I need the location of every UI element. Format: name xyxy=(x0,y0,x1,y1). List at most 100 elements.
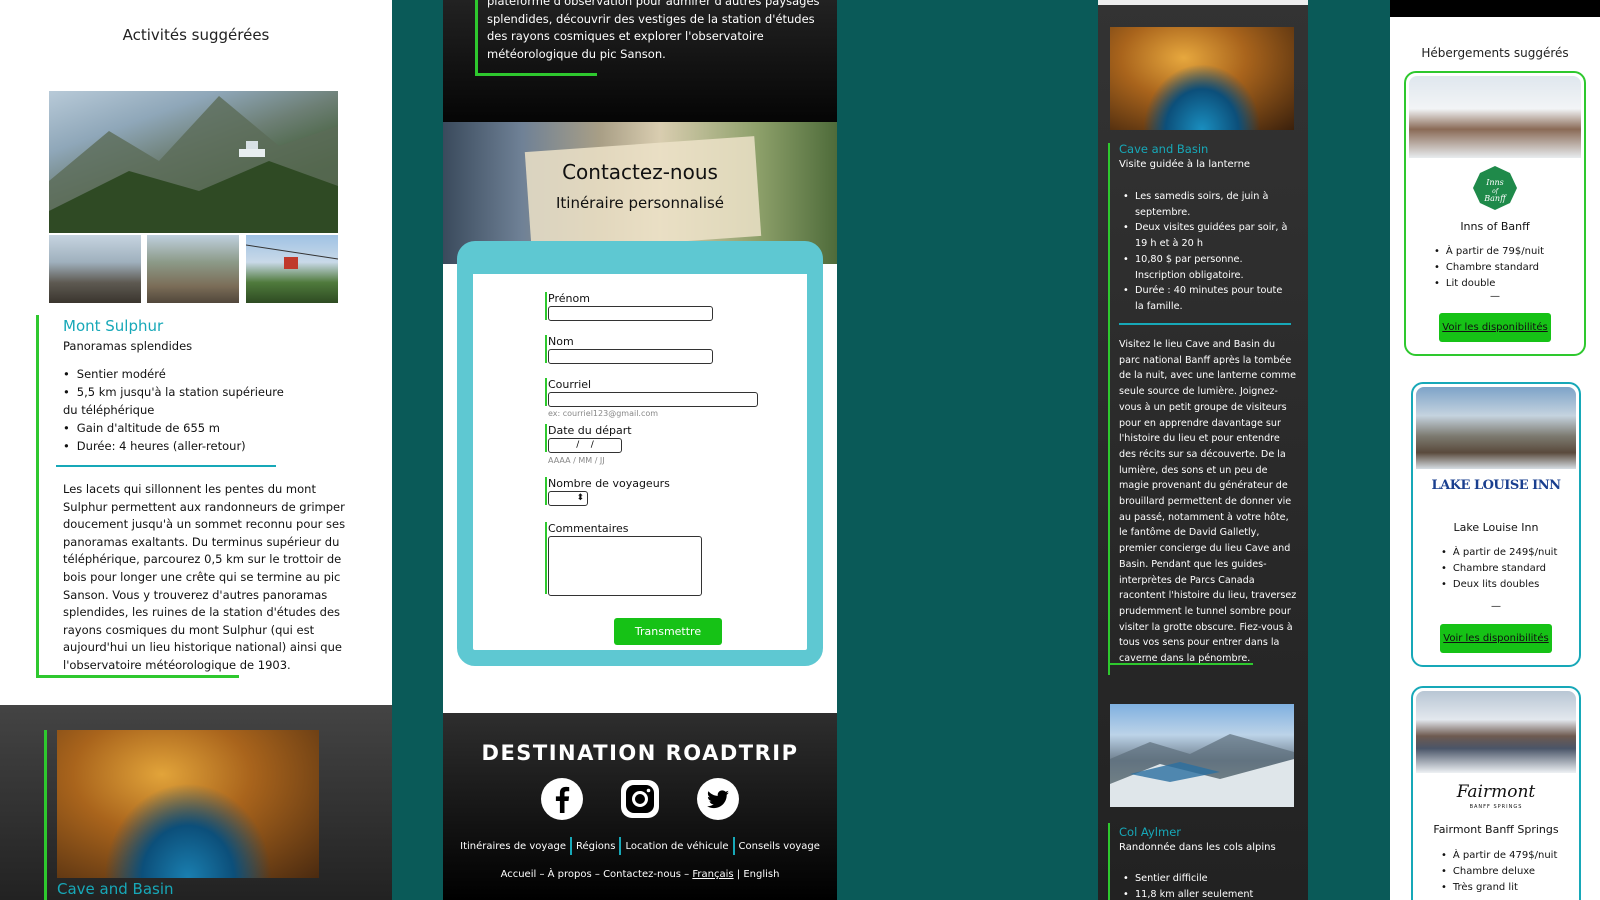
list-item: Sentier difficile xyxy=(1119,871,1294,887)
nav-separator xyxy=(732,837,735,855)
activity-title[interactable]: Cave and Basin xyxy=(1119,142,1208,156)
date-hint: AAAA / MM / JJ xyxy=(548,456,605,465)
accent-bar xyxy=(1108,823,1110,900)
list-item: Chambre standard xyxy=(1441,561,1557,577)
field-accent xyxy=(545,424,547,452)
field-accent xyxy=(545,522,547,594)
accommodations-panel: Hébergements suggérés Inns of Banff Inns… xyxy=(1390,0,1600,900)
availability-button[interactable]: Voir les disponibilités xyxy=(1439,313,1551,342)
nav-contact[interactable]: – Contactez-nous – xyxy=(595,869,689,880)
hotel-card-inns-of-banff: Inns of Banff Inns of Banff À partir de … xyxy=(1404,71,1586,356)
nav-accueil[interactable]: Accueil xyxy=(501,869,537,880)
contact-panel: plateforme d'observation pour admirer d'… xyxy=(443,0,837,900)
activities-panel: Activités suggérées Mont Sulphur Panoram… xyxy=(0,0,392,900)
voyageurs-stepper[interactable]: ⬍ xyxy=(548,491,588,506)
commentaires-textarea[interactable] xyxy=(548,536,702,596)
hero-title: Contactez-nous xyxy=(562,160,718,184)
nav-separator xyxy=(619,837,622,855)
commentaires-label: Commentaires xyxy=(548,522,629,535)
cave-and-basin-image[interactable] xyxy=(57,730,319,878)
svg-text:Banff: Banff xyxy=(1483,194,1507,203)
thumbnail-2[interactable] xyxy=(147,235,239,303)
nav-apropos[interactable]: – À propos xyxy=(539,869,591,880)
voyageurs-label: Nombre de voyageurs xyxy=(548,477,670,490)
form-frame-top xyxy=(472,256,808,274)
courriel-input[interactable] xyxy=(548,392,758,407)
field-accent xyxy=(545,335,547,363)
top-description: plateforme d'observation pour admirer d'… xyxy=(443,0,837,122)
instagram-icon[interactable] xyxy=(618,777,662,821)
submit-button[interactable]: Transmettre xyxy=(614,618,722,645)
field-accent xyxy=(545,477,547,505)
activity-subtitle: Panoramas splendides xyxy=(63,339,193,353)
top-bar xyxy=(1390,0,1600,17)
courriel-label: Courriel xyxy=(548,378,592,391)
activity-title[interactable]: Col Aylmer xyxy=(1119,825,1181,839)
list-item: Les samedis soirs, de juin à septembre. xyxy=(1119,189,1294,220)
site-footer: DESTINATION ROADTRIP Itinéraires de voya… xyxy=(443,713,837,900)
stepper-icon[interactable]: ⬍ xyxy=(576,493,584,503)
svg-text:Inns: Inns xyxy=(1485,178,1504,187)
list-item: Deux lits doubles xyxy=(1441,577,1557,593)
thumbnail-3[interactable] xyxy=(246,235,338,303)
divider xyxy=(56,465,276,467)
accent-bar xyxy=(475,0,478,76)
field-accent xyxy=(545,292,547,320)
nav-regions[interactable]: Régions xyxy=(576,841,615,852)
list-item: 10,80 $ par personne. Inscription obliga… xyxy=(1119,252,1294,283)
list-item: 11,8 km aller seulement xyxy=(1119,887,1294,900)
dash-separator: — xyxy=(1490,291,1500,302)
hotel-card-lake-louise-inn: LAKE LOUISE INN Lake Louise Inn À partir… xyxy=(1411,382,1581,667)
list-item: Sentier modéré xyxy=(63,365,293,383)
nav-separator xyxy=(569,837,572,855)
hotel-features: À partir de 479$/nuit Chambre deluxe Trè… xyxy=(1441,848,1557,895)
list-item: Durée : 40 minutes pour toute la famille… xyxy=(1119,283,1294,314)
activity-detail-panel: Cave and Basin Visite guidée à la lanter… xyxy=(1098,0,1308,900)
date-label: Date du départ xyxy=(548,424,632,437)
activity-bullets: Sentier difficile 11,8 km aller seulemen… xyxy=(1119,871,1294,900)
lang-separator: | xyxy=(736,869,741,880)
footer-nav-secondary: Accueil – À propos – Contactez-nous – Fr… xyxy=(443,869,837,880)
activities-heading: Activités suggérées xyxy=(122,26,270,44)
lang-english[interactable]: English xyxy=(743,869,779,880)
date-input[interactable]: / / xyxy=(548,438,622,453)
hotel-photo[interactable] xyxy=(1416,691,1576,773)
hotel-photo[interactable] xyxy=(1409,76,1581,158)
activity-title[interactable]: Mont Sulphur xyxy=(63,317,163,335)
divider xyxy=(1108,663,1253,665)
availability-button[interactable]: Voir les disponibilités xyxy=(1440,624,1552,653)
inns-of-banff-logo: Inns of Banff xyxy=(1406,165,1584,215)
nav-location[interactable]: Location de véhicule xyxy=(625,841,728,852)
accent-line xyxy=(475,73,597,76)
hotel-card-fairmont-banff-springs: Fairmont BANFF SPRINGS Fairmont Banff Sp… xyxy=(1411,686,1581,900)
hotel-features: À partir de 79$/nuit Chambre standard Li… xyxy=(1434,244,1544,291)
top-description-text: plateforme d'observation pour admirer d'… xyxy=(487,0,820,61)
activity-bullets: Sentier modéré 5,5 km jusqu'à la station… xyxy=(63,365,293,455)
hotel-photo[interactable] xyxy=(1416,387,1576,469)
courriel-placeholder: ex: courriel123@gmail.com xyxy=(548,409,659,418)
divider xyxy=(39,675,239,678)
footer-nav-primary: Itinéraires de voyage Régions Location de … xyxy=(443,837,837,855)
twitter-icon[interactable] xyxy=(696,777,740,821)
nav-conseils[interactable]: Conseils voyage xyxy=(739,841,820,852)
hotel-name: Lake Louise Inn xyxy=(1453,521,1539,534)
lang-francais[interactable]: Français xyxy=(692,869,733,880)
prenom-label: Prénom xyxy=(548,292,590,305)
facebook-icon[interactable] xyxy=(540,777,584,821)
col-aylmer-image[interactable] xyxy=(1110,704,1294,807)
list-item: Gain d'altitude de 655 m xyxy=(63,419,293,437)
list-item: Deux visites guidées par soir, à 19 h et… xyxy=(1119,220,1294,251)
cave-and-basin-image[interactable] xyxy=(1110,27,1294,130)
prenom-input[interactable] xyxy=(548,306,713,321)
next-activity-title[interactable]: Cave and Basin xyxy=(57,880,174,898)
accommodations-heading: Hébergements suggérés xyxy=(1421,46,1569,60)
nav-itineraires[interactable]: Itinéraires de voyage xyxy=(460,841,566,852)
hotel-name: Fairmont Banff Springs xyxy=(1433,823,1559,836)
thumbnail-1[interactable] xyxy=(49,235,141,303)
contact-form: Prénom Nom Courriel ex: courriel123@gmai… xyxy=(457,241,823,666)
list-item: À partir de 479$/nuit xyxy=(1441,848,1557,864)
list-item: À partir de 249$/nuit xyxy=(1441,545,1557,561)
mont-sulphur-main-image[interactable] xyxy=(49,91,338,233)
nom-input[interactable] xyxy=(548,349,713,364)
brand-name[interactable]: DESTINATION ROADTRIP xyxy=(443,741,837,765)
